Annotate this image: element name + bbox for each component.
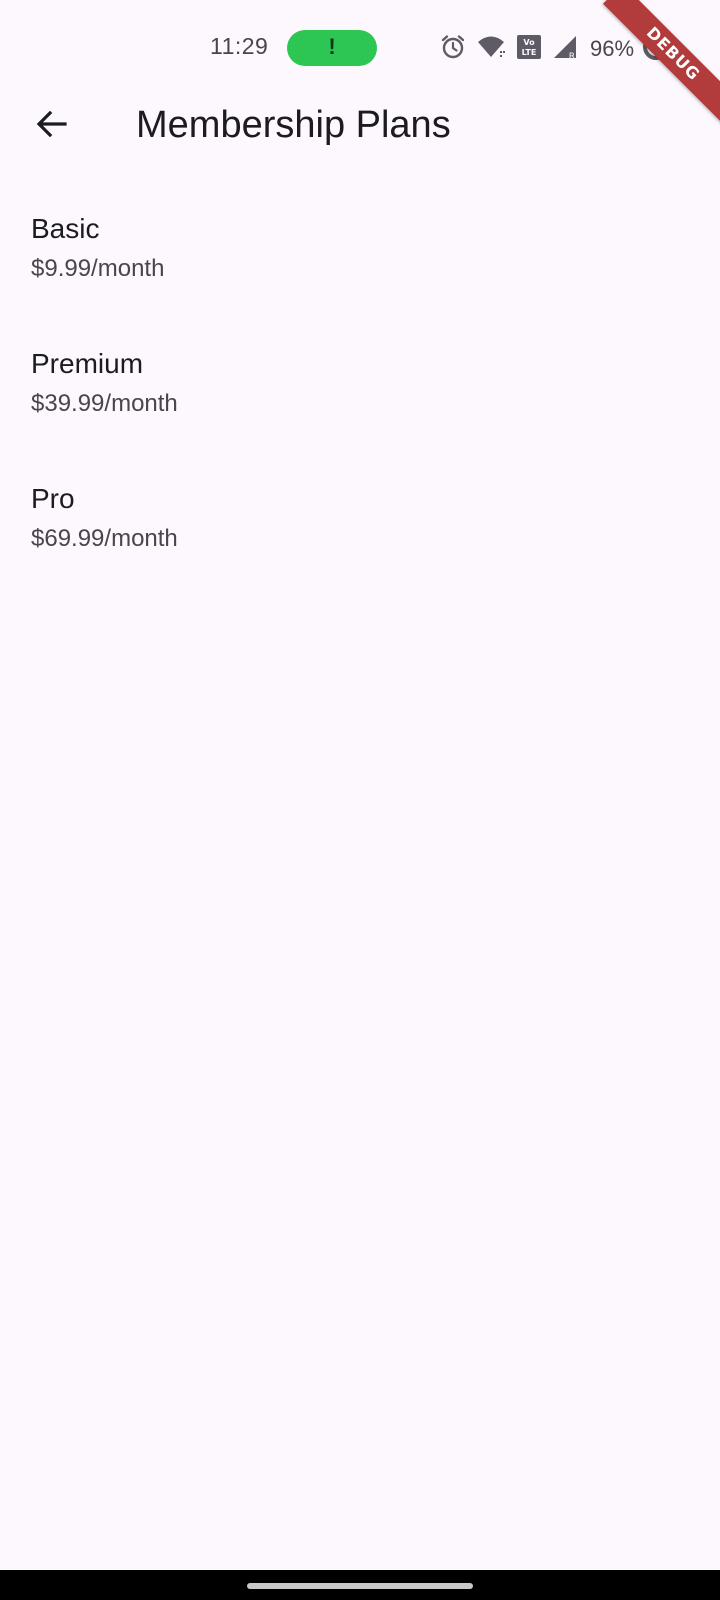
svg-text:LTE: LTE bbox=[522, 48, 537, 57]
plan-price: $9.99/month bbox=[31, 255, 165, 282]
battery-percent: 96% bbox=[590, 36, 635, 61]
svg-text:R: R bbox=[569, 52, 575, 60]
volte-icon: Vo LTE bbox=[516, 34, 542, 65]
app-bar: Membership Plans bbox=[0, 90, 720, 168]
plan-price: $39.99/month bbox=[31, 390, 178, 417]
svg-text:Vo: Vo bbox=[523, 38, 535, 47]
plan-name: Basic bbox=[31, 213, 100, 244]
status-bar: 11:29 ! Vo LTE R 96% DEBUG bbox=[0, 0, 720, 125]
signal-icon: R bbox=[552, 34, 580, 65]
arrow-back-icon bbox=[35, 107, 69, 146]
page-title: Membership Plans bbox=[136, 104, 451, 146]
wifi-icon bbox=[476, 34, 506, 65]
plan-price: $69.99/month bbox=[31, 525, 178, 552]
ongoing-call-indicator[interactable]: ! bbox=[287, 30, 377, 66]
plan-item-basic[interactable]: Basic $9.99/month bbox=[0, 198, 720, 333]
plan-name: Premium bbox=[31, 348, 144, 379]
plan-list: Basic $9.99/month Premium $39.99/month P… bbox=[0, 198, 720, 603]
home-gesture-handle[interactable] bbox=[247, 1583, 473, 1589]
plan-item-pro[interactable]: Pro $69.99/month bbox=[0, 468, 720, 603]
plan-name: Pro bbox=[31, 483, 75, 514]
alarm-icon bbox=[440, 34, 466, 65]
plan-item-premium[interactable]: Premium $39.99/month bbox=[0, 333, 720, 468]
call-indicator-mark: ! bbox=[328, 34, 336, 59]
status-time: 11:29 bbox=[210, 33, 269, 59]
back-button[interactable] bbox=[24, 98, 80, 154]
system-nav-bar bbox=[0, 1570, 720, 1600]
